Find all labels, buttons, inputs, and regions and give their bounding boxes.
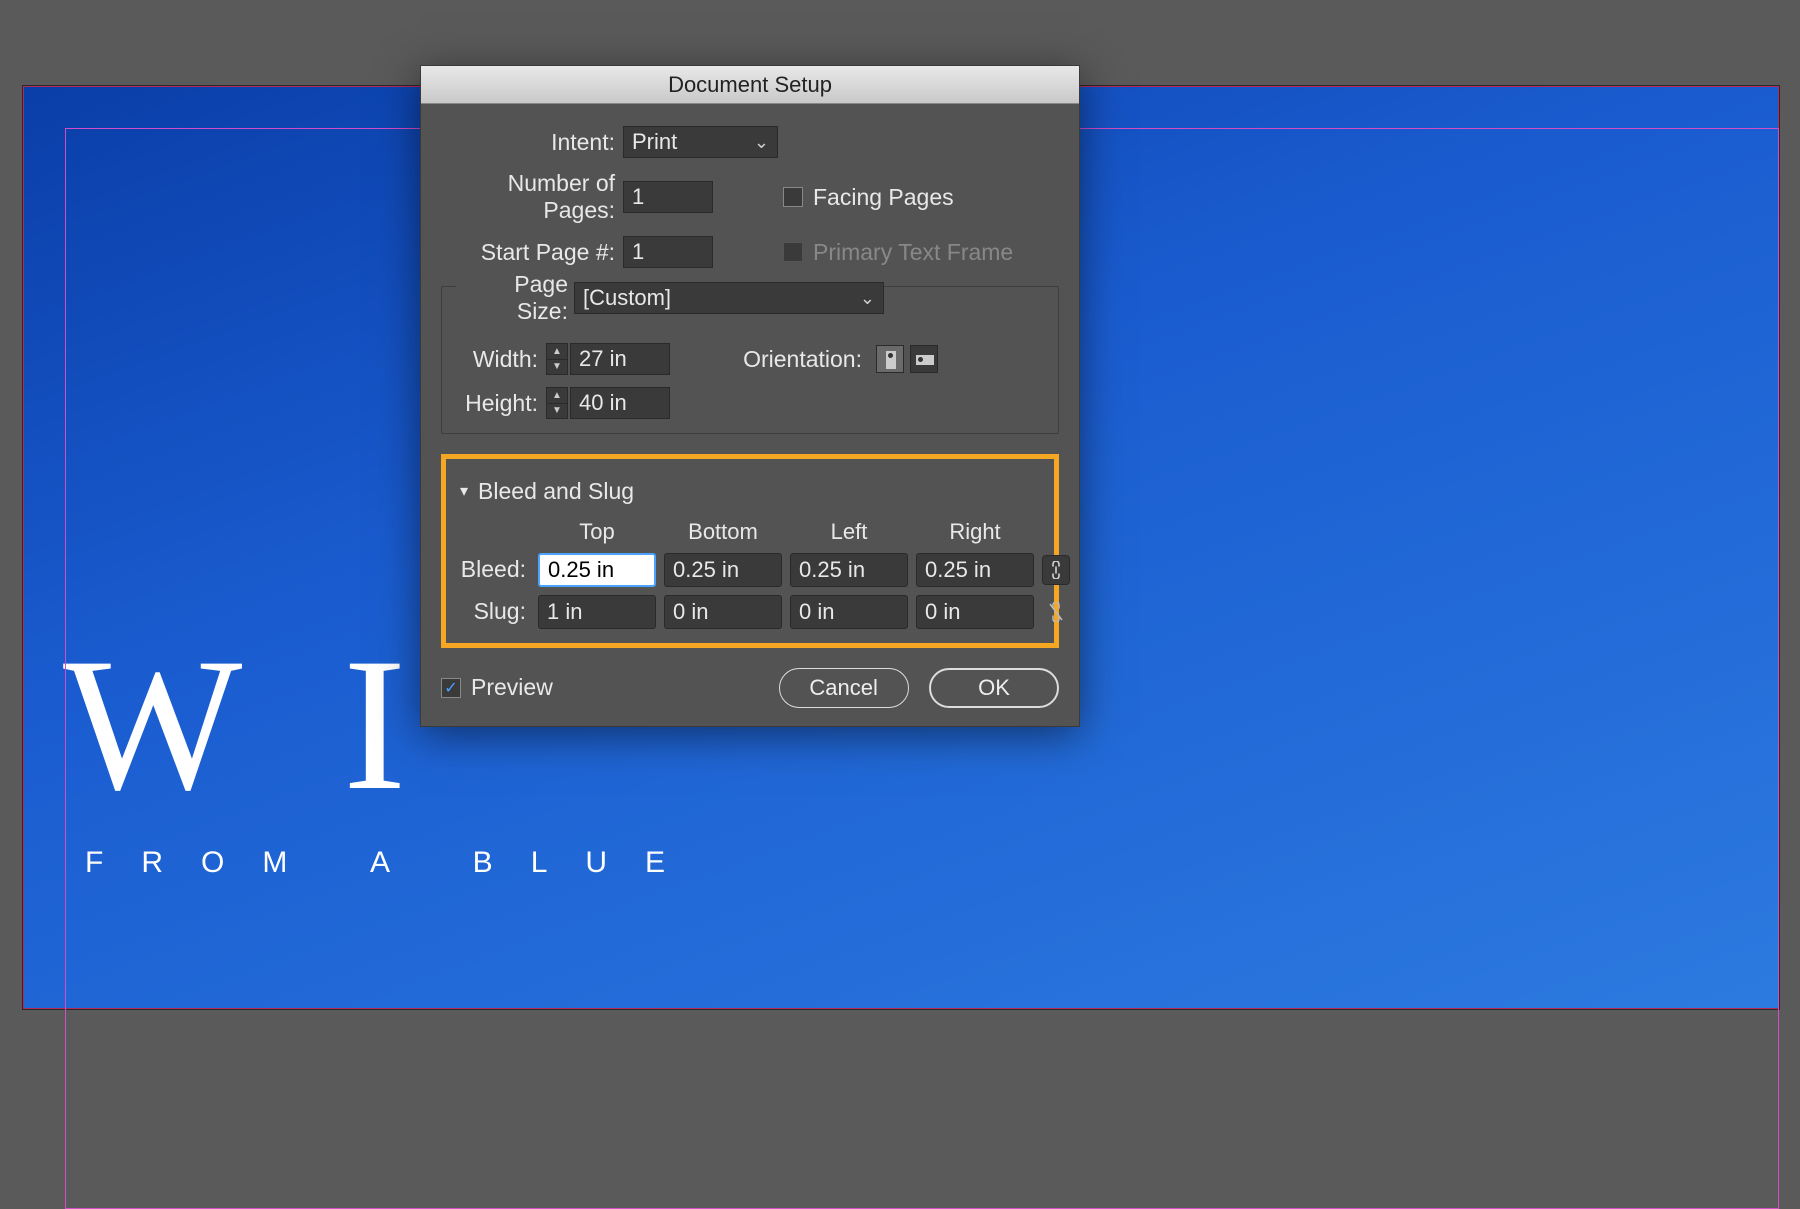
width-stepper[interactable]: ▲▼ [546,343,568,375]
preview-checkbox[interactable]: ✓ Preview [441,674,553,701]
orientation-portrait-button[interactable] [876,345,904,373]
checkbox-checked-icon: ✓ [441,678,461,698]
col-bottom: Bottom [664,519,782,545]
primary-text-frame-label: Primary Text Frame [813,239,1013,266]
slug-unlink-icon[interactable] [1042,597,1070,627]
slug-top-input[interactable]: 1 in [538,595,656,629]
bleed-bottom-input[interactable]: 0.25 in [664,553,782,587]
bleed-link-icon[interactable] [1042,555,1070,585]
col-left: Left [790,519,908,545]
bleed-left-input[interactable]: 0.25 in [790,553,908,587]
facing-pages-label: Facing Pages [813,184,954,211]
orientation-label: Orientation: [740,346,870,373]
slug-right-input[interactable]: 0 in [916,595,1034,629]
orientation-landscape-button[interactable] [910,345,938,373]
start-page-input[interactable]: 1 [623,236,713,268]
poster-subline: FROM A BLUE [85,846,703,880]
chevron-down-icon: ▾ [460,481,468,501]
cancel-button[interactable]: Cancel [779,668,909,708]
page-size-value: [Custom] [583,285,671,311]
width-label: Width: [456,346,546,373]
page-size-label: Page Size: [456,271,574,325]
intent-select[interactable]: Print ⌄ [623,126,778,158]
num-pages-input[interactable]: 1 [623,181,713,213]
checkbox-disabled-icon [783,242,803,262]
primary-text-frame-checkbox: Primary Text Frame [783,239,1013,266]
page-size-group: Page Size: [Custom] ⌄ Width: ▲▼ 27 in Or… [441,286,1059,434]
bleed-row-label: Bleed: [460,556,530,583]
facing-pages-checkbox[interactable]: Facing Pages [783,184,954,211]
bleed-slug-heading: Bleed and Slug [478,478,634,505]
slug-row-label: Slug: [460,598,530,625]
start-page-label: Start Page #: [441,239,623,266]
dialog-title: Document Setup [421,66,1079,104]
bleed-slug-section: ▾ Bleed and Slug Top Bottom Left Right B… [441,454,1059,648]
chevron-down-icon: ⌄ [860,288,875,309]
ok-button[interactable]: OK [929,668,1059,708]
bleed-slug-disclosure[interactable]: ▾ Bleed and Slug [460,478,634,505]
page-size-select[interactable]: [Custom] ⌄ [574,282,884,314]
height-input[interactable]: 40 in [570,387,670,419]
document-setup-dialog: Document Setup Intent: Print ⌄ Number of… [420,65,1080,727]
bleed-right-input[interactable]: 0.25 in [916,553,1034,587]
width-input[interactable]: 27 in [570,343,670,375]
bleed-top-input[interactable]: 0.25 in [538,553,656,587]
poster-letter-i: I [343,616,425,834]
col-top: Top [538,519,656,545]
col-right: Right [916,519,1034,545]
intent-label: Intent: [441,129,623,156]
height-stepper[interactable]: ▲▼ [546,387,568,419]
num-pages-label: Number of Pages: [441,170,623,224]
preview-label: Preview [471,674,553,701]
intent-value: Print [632,129,677,155]
slug-left-input[interactable]: 0 in [790,595,908,629]
slug-bottom-input[interactable]: 0 in [664,595,782,629]
checkbox-unchecked-icon [783,187,803,207]
height-label: Height: [456,390,546,417]
chevron-down-icon: ⌄ [754,132,769,153]
poster-letter-w: W [63,616,261,834]
